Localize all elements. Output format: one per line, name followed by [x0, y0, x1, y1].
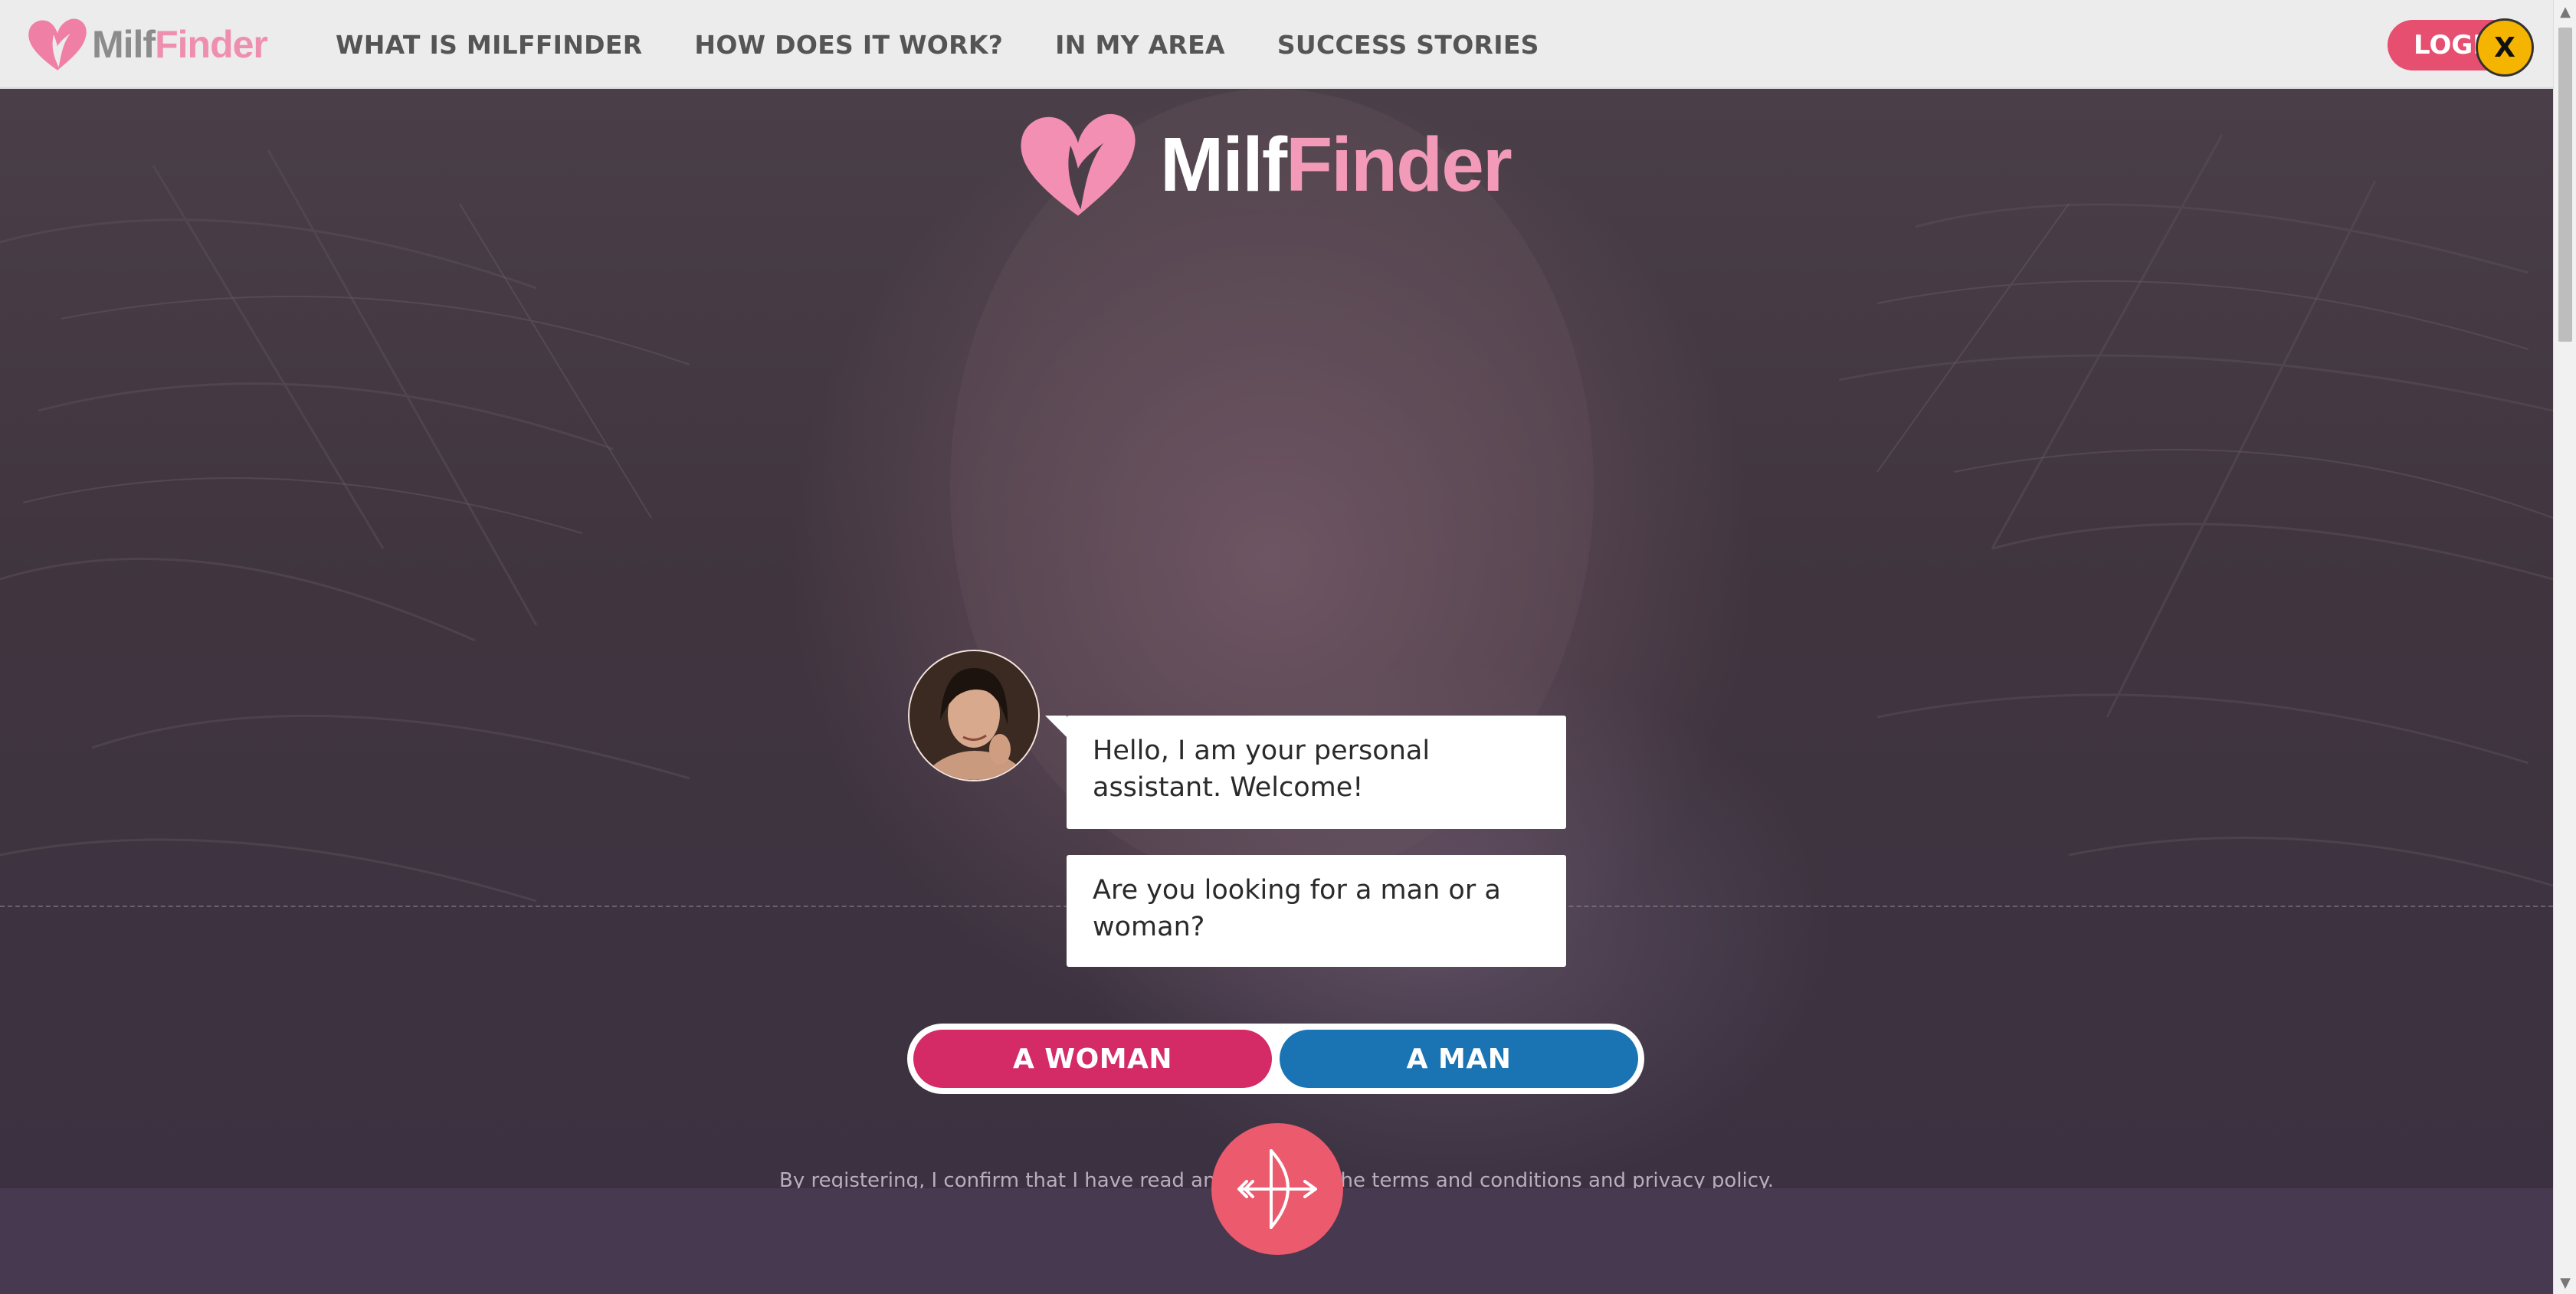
- choose-woman-button[interactable]: A WOMAN: [913, 1030, 1272, 1088]
- page-scrollbar[interactable]: ▲ ▼: [2553, 0, 2576, 1294]
- nav-logo-text: MilfFinder: [92, 23, 268, 66]
- scrollbar-thumb[interactable]: [2558, 28, 2572, 342]
- nav-link-in-my-area[interactable]: IN MY AREA: [1055, 30, 1225, 60]
- chat-message-question: Are you looking for a man or a woman?: [1067, 855, 1566, 967]
- scroll-up-icon[interactable]: ▲: [2554, 0, 2576, 23]
- nav-links: WHAT IS MILFFINDER HOW DOES IT WORK? IN …: [336, 0, 1591, 89]
- hero-logo-text: MilfFinder: [1160, 121, 1512, 208]
- nav-link-what-is[interactable]: WHAT IS MILFFINDER: [336, 30, 642, 60]
- nav-link-how-it-works[interactable]: HOW DOES IT WORK?: [694, 30, 1003, 60]
- scroll-down-icon[interactable]: ▼: [2554, 1271, 2576, 1294]
- heart-icon: [28, 18, 87, 70]
- hero-logo: MilfFinder: [1011, 107, 1512, 222]
- chat-message-welcome: Hello, I am your personal assistant. Wel…: [1045, 716, 1566, 829]
- close-icon[interactable]: X: [2476, 18, 2534, 77]
- terms-suffix: .: [1767, 1169, 1774, 1188]
- bow-and-arrow-icon: [1237, 1149, 1317, 1229]
- nav-logo[interactable]: MilfFinder: [25, 14, 268, 75]
- gender-choice-group: A WOMAN A MAN: [907, 1024, 1644, 1094]
- assistant-avatar: [908, 650, 1040, 781]
- privacy-link[interactable]: privacy policy: [1632, 1169, 1768, 1188]
- top-navigation-bar: MilfFinder WHAT IS MILFFINDER HOW DOES I…: [0, 0, 2553, 89]
- hero-section: MilfFinder Hello, I am your personal ass…: [0, 89, 2553, 1188]
- cupid-badge: [1211, 1123, 1343, 1255]
- terms-middle: and: [1581, 1169, 1633, 1188]
- heart-icon: [1021, 113, 1136, 216]
- nav-link-success-stories[interactable]: SUCCESS STORIES: [1277, 30, 1539, 60]
- terms-link[interactable]: terms and conditions: [1372, 1169, 1582, 1188]
- assistant-portrait: [909, 651, 1038, 780]
- choose-man-button[interactable]: A MAN: [1280, 1030, 1638, 1088]
